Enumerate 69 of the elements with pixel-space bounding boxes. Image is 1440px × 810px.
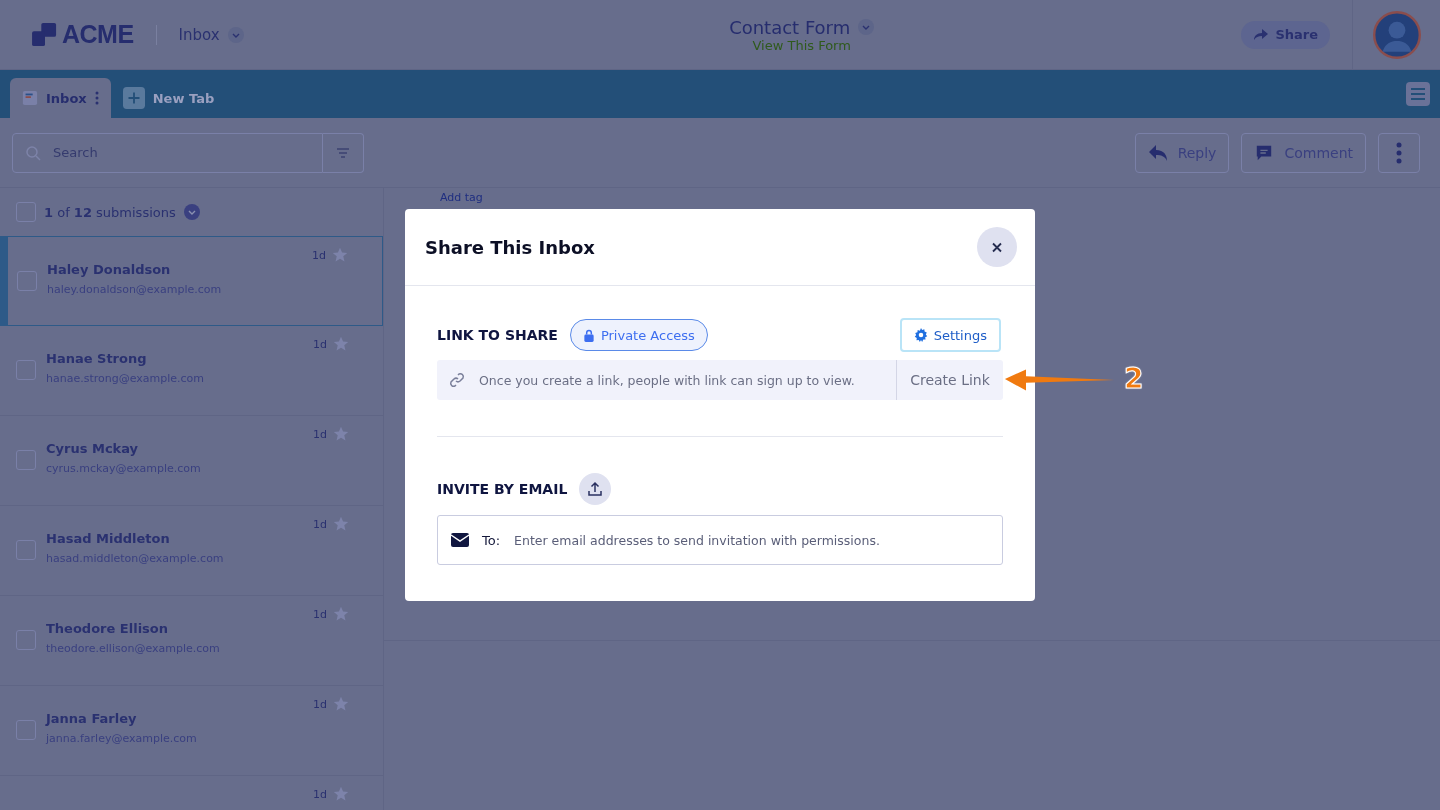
- time-ago: 1d: [313, 697, 327, 711]
- search-icon: [25, 144, 41, 161]
- envelope-icon: [450, 531, 470, 549]
- close-button[interactable]: [977, 227, 1017, 267]
- sender-name: Hasad Middleton: [46, 531, 171, 546]
- settings-icon: [913, 328, 928, 342]
- checkbox[interactable]: [17, 271, 37, 291]
- to-label: To:: [482, 532, 501, 548]
- star-icon[interactable]: [333, 516, 349, 532]
- close-icon: [991, 240, 1003, 254]
- inbox-tray-icon: [22, 90, 38, 106]
- checkbox[interactable]: [16, 202, 36, 222]
- sender-name: Haley Donaldson: [47, 262, 172, 277]
- form-title[interactable]: Contact Form: [729, 16, 851, 38]
- star-icon[interactable]: [333, 336, 349, 352]
- step-number: 2: [1124, 362, 1144, 395]
- checkbox[interactable]: [16, 540, 36, 560]
- star-icon[interactable]: [333, 426, 349, 442]
- more-button[interactable]: [1378, 132, 1420, 173]
- sender-name: Cyrus Mckay: [46, 441, 140, 456]
- logo-text: ACME: [62, 20, 134, 49]
- dialog-title: Share This Inbox: [425, 236, 595, 258]
- sender-name: Hanae Strong: [46, 351, 148, 366]
- menu-icon: [1406, 82, 1430, 106]
- time-ago: 1d: [313, 607, 327, 621]
- star-icon[interactable]: [333, 786, 349, 802]
- kebab-icon: [94, 91, 99, 105]
- private-access-badge[interactable]: Private Access: [569, 319, 708, 351]
- time-ago: 1d: [313, 337, 327, 351]
- time-ago: 1d: [312, 248, 326, 262]
- upload-button[interactable]: [579, 473, 612, 505]
- submission-count: 1 of 12 submissions: [44, 204, 176, 220]
- email-field[interactable]: To: Enter email addresses to send invitation with permissions.: [437, 515, 1003, 565]
- email-input[interactable]: Enter email addresses to send invitation with permissions.: [512, 531, 990, 549]
- star-icon[interactable]: [333, 606, 349, 622]
- sender-name: Theodore Ellison: [46, 621, 170, 636]
- lock-icon: [582, 328, 595, 342]
- tab[interactable]: New Tab: [110, 78, 227, 118]
- checkbox[interactable]: [16, 360, 36, 380]
- sender-name: Janna Farley: [46, 711, 138, 726]
- star-icon[interactable]: [333, 696, 349, 712]
- create-link-button[interactable]: Create Link: [896, 360, 1003, 400]
- time-ago: 1d: [313, 787, 327, 801]
- inbox-menu[interactable]: Inbox: [178, 25, 220, 44]
- add-tag-button[interactable]: Add tag: [440, 191, 483, 207]
- time-ago: 1d: [313, 427, 327, 441]
- section-heading: LINK TO SHARE: [437, 327, 558, 343]
- settings-button[interactable]: Settings: [899, 318, 1001, 352]
- logo-squares-icon: [32, 22, 58, 47]
- link-icon: [449, 372, 465, 388]
- reply-arrow-icon: [1147, 143, 1168, 162]
- submission-row[interactable]: 1d: [0, 776, 383, 810]
- checkbox[interactable]: [16, 450, 36, 470]
- time-ago: 1d: [313, 517, 327, 531]
- chevron-down-icon: [183, 204, 200, 220]
- checkbox[interactable]: [16, 720, 36, 740]
- link-hint-text: Once you create a link, people with link can sign up to view.: [479, 372, 855, 388]
- star-icon[interactable]: [332, 247, 348, 263]
- chevron-down-icon: [858, 19, 875, 35]
- checkbox[interactable]: [16, 630, 36, 650]
- section-heading: INVITE BY EMAIL: [437, 481, 568, 497]
- kebab-icon: [1396, 141, 1402, 164]
- chevron-down-icon: [227, 26, 244, 43]
- avatar-icon: [1372, 10, 1421, 59]
- filter-button[interactable]: [323, 132, 364, 173]
- upload-icon: [587, 481, 604, 497]
- tab[interactable]: Inbox: [10, 78, 111, 118]
- plus-icon: [122, 87, 145, 109]
- view-form-link[interactable]: View This Form: [752, 37, 851, 53]
